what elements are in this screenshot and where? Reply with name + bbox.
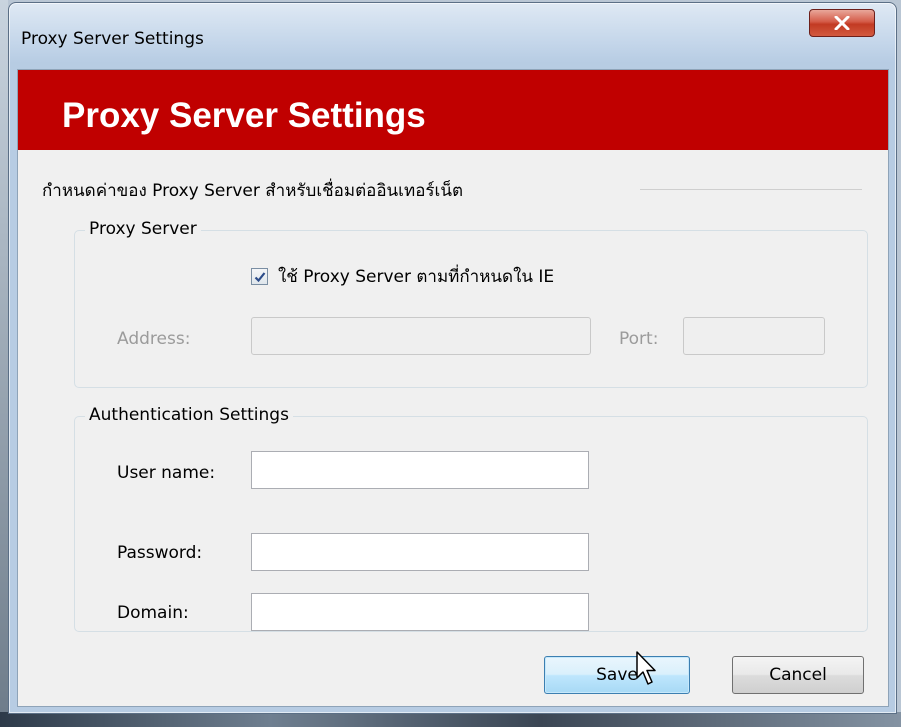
username-input[interactable] bbox=[251, 451, 589, 489]
title-bar[interactable]: Proxy Server Settings bbox=[9, 3, 896, 67]
use-ie-proxy-checkbox[interactable] bbox=[251, 268, 268, 285]
description-text: กำหนดค่าของ Proxy Server สำหรับเชื่อมต่อ… bbox=[42, 181, 464, 201]
address-input[interactable] bbox=[251, 317, 591, 355]
close-button[interactable] bbox=[809, 9, 875, 37]
banner-title: Proxy Server Settings bbox=[62, 96, 426, 135]
port-label: Port: bbox=[619, 329, 659, 349]
use-ie-proxy-row[interactable]: ใช้ Proxy Server ตามที่กำหนดใน IE bbox=[251, 263, 554, 290]
window-title: Proxy Server Settings bbox=[21, 29, 204, 49]
taskbar-strip bbox=[0, 712, 901, 727]
address-label: Address: bbox=[117, 329, 191, 349]
dialog-content: Proxy Server Settings กำหนดค่าของ Proxy … bbox=[17, 69, 889, 707]
desktop-background bbox=[0, 0, 8, 727]
password-input[interactable] bbox=[251, 533, 589, 571]
proxy-server-group-legend: Proxy Server bbox=[85, 219, 201, 239]
domain-label: Domain: bbox=[117, 603, 189, 623]
checkmark-icon bbox=[254, 271, 265, 282]
proxy-server-group: Proxy Server ใช้ Proxy Server ตามที่กำหน… bbox=[74, 219, 868, 388]
authentication-group: Authentication Settings User name: Passw… bbox=[74, 405, 868, 632]
cancel-button[interactable]: Cancel bbox=[732, 656, 864, 694]
use-ie-proxy-label: ใช้ Proxy Server ตามที่กำหนดใน IE bbox=[278, 267, 555, 287]
divider bbox=[640, 189, 862, 190]
domain-input[interactable] bbox=[251, 593, 589, 631]
header-banner: Proxy Server Settings bbox=[18, 70, 888, 150]
authentication-group-legend: Authentication Settings bbox=[85, 405, 293, 425]
mouse-pointer-icon bbox=[636, 651, 656, 685]
password-label: Password: bbox=[117, 543, 203, 563]
save-button[interactable]: Save bbox=[544, 656, 690, 694]
username-label: User name: bbox=[117, 463, 216, 483]
close-icon bbox=[834, 16, 850, 30]
proxy-settings-dialog: Proxy Server Settings Proxy Server Setti… bbox=[8, 2, 897, 714]
port-input[interactable] bbox=[683, 317, 825, 355]
